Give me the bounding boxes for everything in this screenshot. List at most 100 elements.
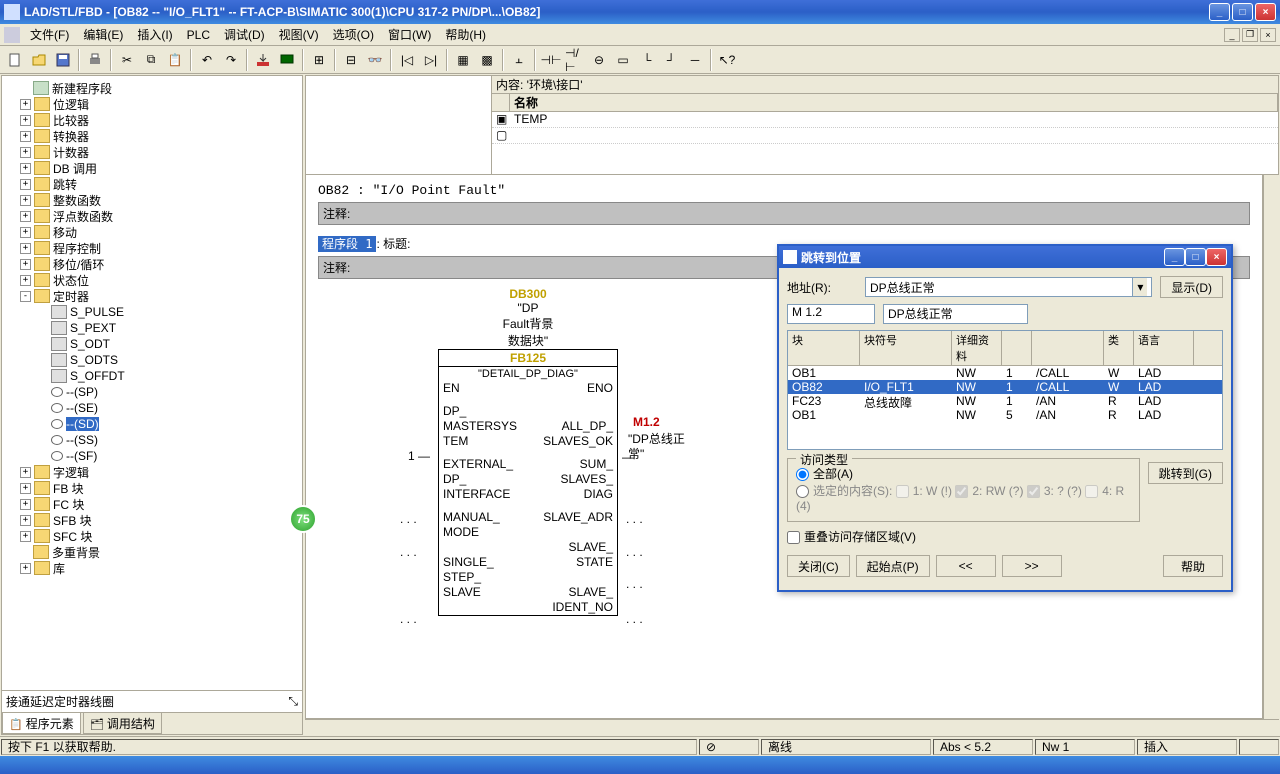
address-combo[interactable]: DP总线正常▾ — [865, 277, 1152, 297]
detail-icon[interactable]: ▦ — [452, 49, 474, 71]
help-pointer-icon[interactable]: ↖? — [716, 49, 738, 71]
tree-item[interactable]: +FB 块 — [2, 480, 302, 496]
open-icon[interactable] — [28, 49, 50, 71]
connection-icon[interactable]: ─ — [684, 49, 706, 71]
tree-item[interactable]: +计数器 — [2, 144, 302, 160]
expand-icon[interactable]: + — [20, 483, 31, 494]
results-list[interactable]: 块 块符号 详细资料 类 语言 OB1NW1/CALLWLADOB82I/O_F… — [787, 330, 1223, 450]
list-row[interactable]: OB1NW1/CALLWLAD — [788, 366, 1222, 380]
address-field[interactable]: M 1.2 — [787, 304, 875, 324]
tree-item[interactable]: +浮点数函数 — [2, 208, 302, 224]
tree-item[interactable]: S_PULSE — [2, 304, 302, 320]
col-type[interactable]: 类 — [1104, 331, 1134, 365]
fb-call-box[interactable]: FB125 "DETAIL_DP_DIAG" ENENO DP_ MASTERS… — [438, 349, 618, 616]
tree-item[interactable]: --(SS) — [2, 432, 302, 448]
radio-selected[interactable] — [796, 485, 809, 498]
branch-open-icon[interactable]: └ — [636, 49, 658, 71]
menu-options[interactable]: 选项(O) — [327, 24, 380, 45]
paste-icon[interactable]: 📋 — [164, 49, 186, 71]
horizontal-scrollbar[interactable] — [305, 719, 1279, 735]
expand-icon[interactable]: + — [20, 147, 31, 158]
menu-edit[interactable]: 编辑(E) — [77, 24, 129, 45]
dialog-maximize[interactable]: □ — [1185, 248, 1206, 266]
tree-item[interactable]: --(SP) — [2, 384, 302, 400]
monitor-icon[interactable] — [276, 49, 298, 71]
dialog-minimize[interactable]: _ — [1164, 248, 1185, 266]
cut-icon[interactable]: ✂ — [116, 49, 138, 71]
expand-icon[interactable]: + — [20, 499, 31, 510]
zoom-bubble[interactable]: 75 — [289, 505, 317, 533]
glasses-icon[interactable]: 👓 — [364, 49, 386, 71]
tree-item[interactable]: +转换器 — [2, 128, 302, 144]
address-icon[interactable]: ⫠ — [508, 49, 530, 71]
expand-icon[interactable]: + — [20, 531, 31, 542]
reference-icon[interactable]: ⊞ — [308, 49, 330, 71]
block-comment[interactable]: 注释: — [318, 202, 1250, 225]
copy-icon[interactable]: ⧉ — [140, 49, 162, 71]
download-icon[interactable] — [252, 49, 274, 71]
list-row[interactable]: FC23总线故障NW1/ANRLAD — [788, 394, 1222, 408]
expand-icon[interactable]: + — [20, 163, 31, 174]
expand-icon[interactable]: + — [20, 115, 31, 126]
show-button[interactable]: 显示(D) — [1160, 276, 1223, 298]
maximize-button[interactable]: □ — [1232, 3, 1253, 21]
print-icon[interactable] — [84, 49, 106, 71]
expand-icon[interactable]: + — [20, 179, 31, 190]
expand-icon[interactable]: + — [20, 195, 31, 206]
tree-item[interactable]: S_ODT — [2, 336, 302, 352]
mdi-restore[interactable]: ❐ — [1242, 28, 1258, 42]
next-button[interactable]: >> — [1002, 555, 1062, 577]
goto-start-icon[interactable]: |◁ — [396, 49, 418, 71]
col-detail[interactable]: 详细资料 — [952, 331, 1002, 365]
tree-item[interactable]: +DB 调用 — [2, 160, 302, 176]
prev-button[interactable]: << — [936, 555, 996, 577]
decl-row[interactable]: ▢ — [492, 128, 1278, 144]
vertical-scrollbar[interactable] — [1263, 175, 1279, 719]
help-button[interactable]: 帮助 — [1163, 555, 1223, 577]
tree-item[interactable]: +SFB 块 — [2, 512, 302, 528]
col-block[interactable]: 块 — [788, 331, 860, 365]
tree-item[interactable]: +SFC 块 — [2, 528, 302, 544]
close-button[interactable]: × — [1255, 3, 1276, 21]
tree-item[interactable]: +跳转 — [2, 176, 302, 192]
box-icon[interactable]: ▭ — [612, 49, 634, 71]
menu-plc[interactable]: PLC — [181, 26, 216, 44]
tree-item[interactable]: +FC 块 — [2, 496, 302, 512]
expand-icon[interactable]: + — [20, 211, 31, 222]
goto-end-icon[interactable]: ▷| — [420, 49, 442, 71]
tree-item[interactable]: -定时器 — [2, 288, 302, 304]
tree-item[interactable]: S_ODTS — [2, 352, 302, 368]
tree-collapse-icon[interactable]: ⤡ — [288, 694, 298, 709]
startpoint-button[interactable]: 起始点(P) — [856, 555, 930, 577]
col-nw[interactable] — [1002, 331, 1032, 365]
expand-icon[interactable]: + — [20, 243, 31, 254]
minimize-button[interactable]: _ — [1209, 3, 1230, 21]
tree-item[interactable]: +字逻辑 — [2, 464, 302, 480]
tree-item[interactable]: 新建程序段 — [2, 80, 302, 96]
tree-item[interactable]: +比较器 — [2, 112, 302, 128]
overlap-checkbox[interactable] — [787, 531, 800, 544]
tree-item[interactable]: +移位/循环 — [2, 256, 302, 272]
tree-item[interactable]: +程序控制 — [2, 240, 302, 256]
contact-no-icon[interactable]: ⊣⊢ — [540, 49, 562, 71]
menu-help[interactable]: 帮助(H) — [439, 24, 492, 45]
mdi-close[interactable]: × — [1260, 28, 1276, 42]
expand-icon[interactable]: + — [20, 275, 31, 286]
network-icon[interactable]: ⊟ — [340, 49, 362, 71]
goto-button[interactable]: 跳转到(G) — [1148, 462, 1223, 484]
decl-row[interactable]: ▣TEMP — [492, 112, 1278, 128]
interface-tree[interactable] — [306, 76, 492, 174]
menu-window[interactable]: 窗口(W) — [382, 24, 437, 45]
expand-icon[interactable]: - — [20, 291, 31, 302]
dialog-close[interactable]: × — [1206, 248, 1227, 266]
tree-item[interactable]: +移动 — [2, 224, 302, 240]
menu-view[interactable]: 视图(V) — [273, 24, 325, 45]
branch-close-icon[interactable]: ┘ — [660, 49, 682, 71]
tree-item[interactable]: 多重背景 — [2, 544, 302, 560]
expand-icon[interactable]: + — [20, 563, 31, 574]
undo-icon[interactable]: ↶ — [196, 49, 218, 71]
expand-icon[interactable]: + — [20, 131, 31, 142]
overview-icon[interactable]: ▩ — [476, 49, 498, 71]
new-icon[interactable] — [4, 49, 26, 71]
close-button[interactable]: 关闭(C) — [787, 555, 850, 577]
